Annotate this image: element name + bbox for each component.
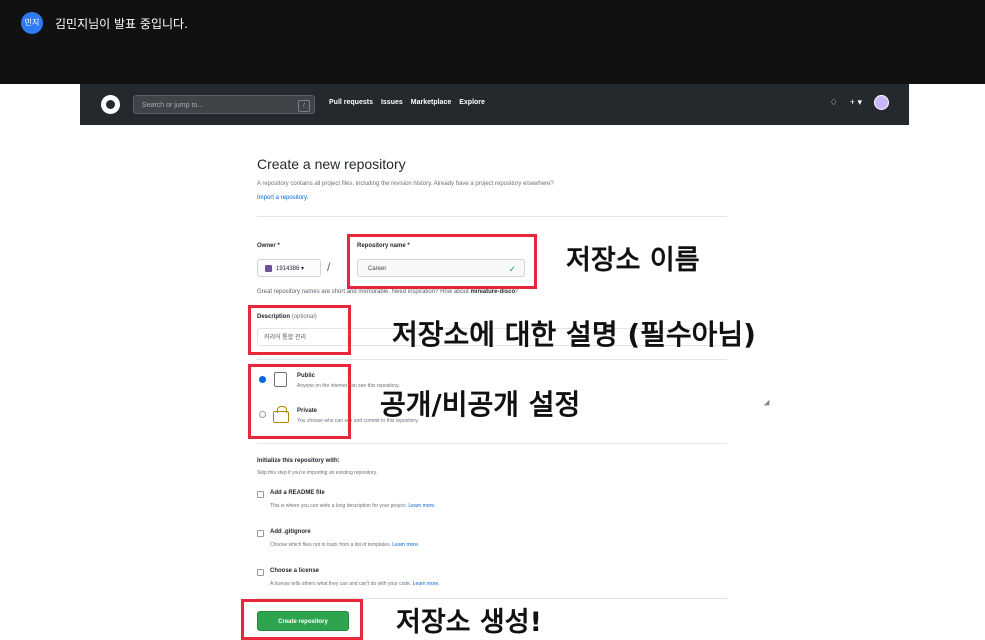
github-header: Search or jump to... / Pull requests Iss…	[80, 84, 909, 125]
license-label: Choose a license	[270, 568, 320, 574]
divider	[257, 443, 727, 444]
initialize-subtitle: Skip this step if you're importing an ex…	[257, 470, 378, 476]
gitignore-checkbox[interactable]	[257, 530, 264, 537]
readme-learn-more[interactable]: Learn more.	[408, 503, 435, 509]
initialize-title: Initialize this repository with:	[257, 458, 340, 464]
repo-name-hint: Great repository names are short and mem…	[257, 289, 518, 295]
divider	[257, 216, 727, 217]
hint-text: Great repository names are short and mem…	[257, 289, 471, 295]
plus-icon[interactable]: + ▾	[850, 97, 862, 108]
github-logo-icon[interactable]	[101, 95, 120, 114]
owner-value: 1914386 ▾	[276, 266, 305, 272]
page-title: Create a new repository	[257, 156, 406, 172]
nav-issues[interactable]: Issues	[381, 99, 403, 106]
license-desc-text: A license tells others what they can and…	[270, 581, 412, 587]
gitignore-desc: Choose which files not to track from a l…	[270, 542, 419, 548]
license-checkbox[interactable]	[257, 569, 264, 576]
highlight-create-button	[241, 599, 363, 640]
readme-desc: This is where you can write a long descr…	[270, 503, 435, 509]
owner-repo-separator: /	[327, 260, 331, 274]
nav-pull-requests[interactable]: Pull requests	[329, 99, 373, 106]
owner-label: Owner *	[257, 243, 280, 249]
presenter-banner: 김민지님이 발표 중입니다.	[55, 17, 188, 31]
annotation-visibility: 공개/비공개 설정	[380, 388, 581, 421]
gitignore-learn-more[interactable]: Learn more.	[392, 542, 419, 548]
readme-desc-text: This is where you can write a long descr…	[270, 503, 408, 509]
annotation-repo-name: 저장소 이름	[566, 245, 700, 276]
gitignore-label: Add .gitignore	[270, 529, 311, 535]
owner-avatar-icon	[265, 264, 272, 272]
nav-explore[interactable]: Explore	[459, 99, 485, 106]
highlight-description	[248, 305, 351, 355]
search-shortcut: /	[298, 100, 310, 112]
license-desc: A license tells others what they can and…	[270, 581, 440, 587]
annotation-description: 저장소에 대한 설명 (필수아님)	[392, 318, 756, 351]
avatar-icon[interactable]	[874, 95, 889, 110]
readme-label: Add a README file	[270, 490, 325, 496]
readme-checkbox[interactable]	[257, 491, 264, 498]
gitignore-desc-text: Choose which files not to track from a l…	[270, 542, 391, 548]
import-repository-link[interactable]: Import a repository.	[257, 195, 308, 201]
presenter-avatar: 민지	[21, 12, 43, 34]
annotation-create: 저장소 생성!	[396, 607, 542, 638]
search-placeholder: Search or jump to...	[142, 102, 204, 109]
page-subtitle: A repository contains all project files,…	[257, 181, 554, 187]
mouse-cursor-icon	[763, 399, 773, 409]
presentation-bar: 민지 김민지님이 발표 중입니다.	[0, 0, 985, 84]
highlight-repo-name	[347, 234, 537, 289]
highlight-visibility	[248, 364, 351, 439]
license-learn-more[interactable]: Learn more.	[413, 581, 440, 587]
hint-suggestion[interactable]: miniature-disco	[470, 289, 515, 295]
nav-marketplace[interactable]: Marketplace	[411, 99, 451, 106]
header-nav: Pull requests Issues Marketplace Explore	[329, 99, 485, 106]
bell-icon[interactable]: ♢	[830, 97, 838, 108]
header-actions: ♢ + ▾	[830, 95, 889, 110]
hint-suffix: ?	[515, 289, 519, 295]
search-input[interactable]: Search or jump to... /	[133, 95, 315, 114]
owner-select[interactable]: 1914386 ▾	[257, 259, 321, 277]
divider	[257, 359, 727, 360]
